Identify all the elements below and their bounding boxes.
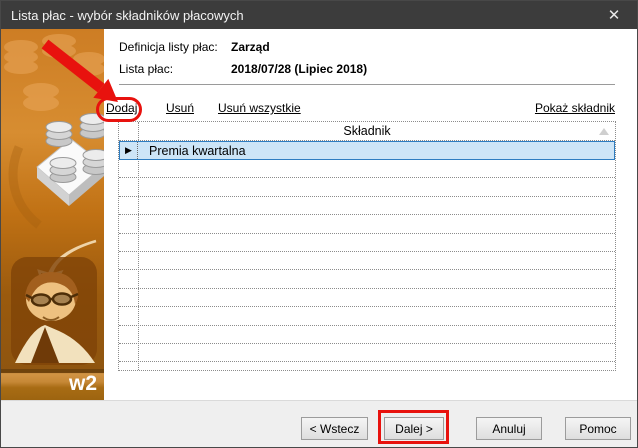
components-table[interactable]: Składnik ▶ Premia kwartalna	[118, 121, 616, 371]
coin-stack	[83, 150, 104, 175]
version-badge: w2	[1, 369, 104, 400]
payroll-list-value: 2018/07/28 (Lipiec 2018)	[231, 62, 367, 76]
payroll-components-dialog: Lista płac - wybór składników płacowych …	[0, 0, 638, 448]
table-empty-row	[119, 326, 615, 344]
definition-value: Zarząd	[231, 40, 270, 54]
sidebar-artwork: w2	[1, 29, 104, 400]
button-bar: < Wstecz Dalej > Anuluj Pomoc	[1, 400, 637, 448]
back-button[interactable]: < Wstecz	[301, 417, 368, 440]
titlebar: Lista płac - wybór składników płacowych …	[1, 1, 637, 29]
remove-all-link[interactable]: Usuń wszystkie	[218, 101, 301, 115]
remove-link[interactable]: Usuń	[166, 101, 194, 115]
sidebar-illustration	[1, 29, 104, 400]
sort-ascending-icon	[599, 128, 609, 135]
add-link[interactable]: Dodaj	[106, 101, 137, 115]
table-empty-row	[119, 252, 615, 270]
table-empty-row	[119, 197, 615, 215]
help-button[interactable]: Pomoc	[565, 417, 631, 440]
table-empty-row	[119, 362, 615, 371]
column-header-label: Składnik	[343, 124, 390, 138]
table-empty-row	[119, 178, 615, 196]
window-title: Lista płac - wybór składników płacowych	[1, 8, 591, 23]
separator-line	[119, 84, 615, 85]
cancel-button[interactable]: Anuluj	[476, 417, 542, 440]
dialog-content: Definicja listy płac: Zarząd Lista płac:…	[104, 29, 638, 400]
close-icon[interactable]: ✕	[591, 1, 637, 29]
table-empty-row	[119, 234, 615, 252]
next-button[interactable]: Dalej >	[384, 417, 444, 440]
table-row-selected[interactable]: ▶ Premia kwartalna	[119, 141, 615, 160]
table-empty-row	[119, 215, 615, 233]
grid-empty-rows	[119, 160, 615, 371]
payroll-list-label: Lista płac:	[119, 62, 173, 76]
table-column-header[interactable]: Składnik	[119, 122, 615, 141]
definition-label: Definicja listy płac:	[119, 40, 218, 54]
show-component-link[interactable]: Pokaż składnik	[535, 101, 615, 115]
table-empty-row	[119, 289, 615, 307]
coin-stack	[46, 122, 72, 147]
component-name: Premia kwartalna	[138, 144, 246, 158]
coin-stack	[50, 158, 76, 183]
table-empty-row	[119, 307, 615, 325]
table-empty-row	[119, 160, 615, 178]
coin-stack	[80, 114, 104, 139]
row-selector-icon: ▶	[120, 142, 138, 159]
table-empty-row	[119, 270, 615, 288]
table-empty-row	[119, 344, 615, 362]
accountant-icon	[11, 257, 97, 365]
